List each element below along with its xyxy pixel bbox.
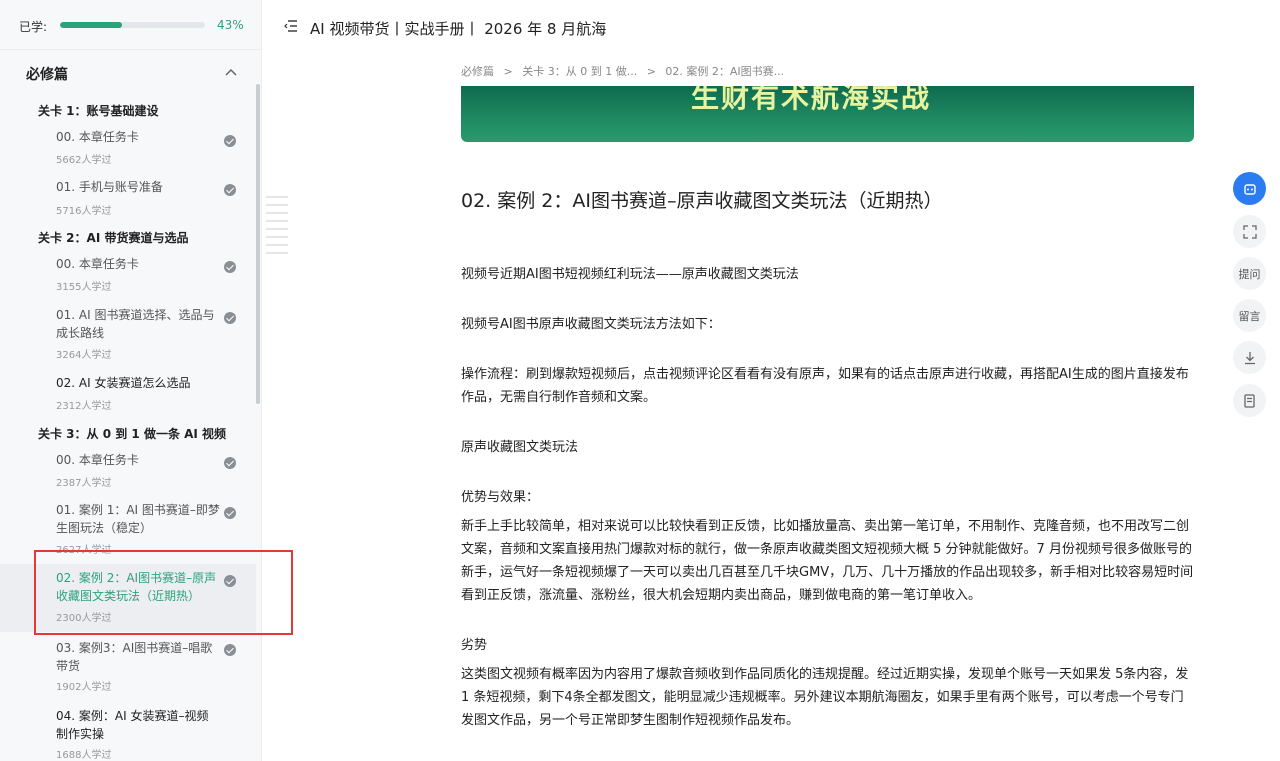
- lesson-learner-count: 3155人学过: [56, 282, 112, 293]
- lesson-title: 04. 案例：AI 女装赛道–视频制作实操: [56, 709, 209, 741]
- lesson-item[interactable]: 00. 本章任务卡 5662人学过: [0, 124, 256, 172]
- lesson-learner-count: 1902人学过: [56, 682, 112, 693]
- leave-comment-label: 留言: [1238, 309, 1261, 323]
- leave-comment-button[interactable]: 留言: [1233, 299, 1266, 332]
- lesson-title: 01. 案例 1：AI 图书赛道–即梦生图玩法（稳定）: [56, 503, 220, 535]
- article-paragraph: 视频号近期AI图书短视频红利玩法——原声收藏图文类玩法: [461, 267, 799, 282]
- chevron-up-icon[interactable]: [224, 66, 238, 80]
- check-icon: [224, 644, 236, 656]
- annotation-highlight-box: [34, 550, 293, 635]
- article-title: 02. 案例 2：AI图书赛道–原声收藏图文类玩法（近期热）: [461, 190, 943, 212]
- article-banner-image: 生财有术航海实战: [461, 86, 1194, 142]
- check-icon: [224, 507, 236, 519]
- lesson-title: 01. 手机与账号准备: [56, 180, 163, 194]
- check-icon: [224, 135, 236, 147]
- lesson-title: 01. AI 图书赛道选择、选品与成长路线: [56, 308, 215, 340]
- lesson-learner-count: 1688人学过: [56, 750, 112, 761]
- lesson-title: 00. 本章任务卡: [56, 257, 139, 271]
- lesson-learner-count: 3264人学过: [56, 350, 112, 361]
- ask-question-label: 提问: [1238, 267, 1261, 281]
- article-content: 02. 案例 2：AI图书赛道–原声收藏图文类玩法（近期热） 视频号近期AI图书…: [461, 186, 1196, 732]
- lesson-learner-count: 5716人学过: [56, 206, 112, 217]
- check-icon: [224, 312, 236, 324]
- lesson-item[interactable]: 04. 案例：AI 女装赛道–视频制作实操 1688人学过: [0, 706, 256, 761]
- lesson-learner-count: 2387人学过: [56, 478, 112, 489]
- check-icon: [224, 457, 236, 469]
- ask-question-button[interactable]: 提问: [1233, 257, 1266, 290]
- progress-row: 已学: 43%: [0, 0, 261, 50]
- level-2-title[interactable]: 关卡 2：AI 带货赛道与选品: [38, 229, 188, 246]
- outline-ruler-icon[interactable]: [266, 196, 288, 260]
- progress-bar: [60, 22, 205, 28]
- breadcrumb-item: 02. 案例 2：AI图书赛...: [665, 65, 785, 78]
- level-3-title[interactable]: 关卡 3：从 0 到 1 做一条 AI 视频: [38, 425, 226, 442]
- lesson-item[interactable]: 01. AI 图书赛道选择、选品与成长路线 3264人学过: [0, 303, 256, 363]
- breadcrumb-separator: >: [646, 65, 656, 78]
- lesson-item[interactable]: 01. 案例 1：AI 图书赛道–即梦生图玩法（稳定） 2627人学过: [0, 500, 256, 556]
- lesson-item[interactable]: 03. 案例3：AI图书赛道–唱歌带货 1902人学过: [0, 638, 256, 694]
- level-1-title[interactable]: 关卡 1：账号基础建设: [38, 102, 159, 119]
- note-edit-icon: [1243, 393, 1255, 408]
- ai-assistant-button[interactable]: [1233, 172, 1266, 205]
- check-icon: [224, 184, 236, 196]
- collapse-menu-icon[interactable]: [284, 20, 298, 32]
- article-paragraph: 操作流程：刷到爆款短视频后，点击视频评论区看看有没有原声，如果有的话点击原声进行…: [461, 367, 1189, 405]
- section-title[interactable]: 必修篇: [26, 64, 68, 84]
- lesson-title: 00. 本章任务卡: [56, 453, 139, 467]
- notes-button[interactable]: [1233, 384, 1266, 417]
- download-button[interactable]: [1233, 341, 1266, 374]
- lesson-learner-count: 2312人学过: [56, 401, 112, 412]
- top-header: AI 视频带货丨实战手册丨 2026 年 8 月航海: [262, 0, 1280, 56]
- progress-label: 已学:: [19, 20, 48, 34]
- lesson-item[interactable]: 00. 本章任务卡 2387人学过: [0, 449, 256, 495]
- lesson-learner-count: 5662人学过: [56, 155, 112, 166]
- lesson-title: 03. 案例3：AI图书赛道–唱歌带货: [56, 641, 213, 673]
- expand-icon: [1242, 224, 1257, 239]
- lesson-title: 00. 本章任务卡: [56, 130, 139, 144]
- breadcrumb: 必修篇 > 关卡 3：从 0 到 1 做... > 02. 案例 2：AI图书赛…: [461, 63, 790, 79]
- article-subheading: 原声收藏图文类玩法: [461, 440, 579, 455]
- check-icon: [224, 261, 236, 273]
- article-paragraph: 视频号AI图书原声收藏图文类玩法方法如下：: [461, 317, 721, 332]
- breadcrumb-separator: >: [503, 65, 513, 78]
- article-subheading: 劣势: [461, 638, 488, 653]
- lesson-item[interactable]: 00. 本章任务卡 3155人学过: [0, 252, 256, 300]
- course-sidebar: 已学: 43% 必修篇 关卡 1：账号基础建设 00. 本章任务卡 5662人学…: [0, 0, 262, 761]
- book-title: AI 视频带货丨实战手册丨 2026 年 8 月航海: [310, 20, 607, 38]
- robot-icon: [1243, 183, 1256, 195]
- breadcrumb-item[interactable]: 必修篇: [461, 65, 494, 78]
- article-subheading: 优势与效果：: [461, 490, 540, 505]
- breadcrumb-item[interactable]: 关卡 3：从 0 到 1 做...: [522, 65, 637, 78]
- fullscreen-button[interactable]: [1233, 215, 1266, 248]
- article-paragraph: 这类图文视频有概率因为内容用了爆款音频收到作品同质化的违规提醒。经过近期实操，发…: [461, 667, 1189, 728]
- lesson-item[interactable]: 01. 手机与账号准备 5716人学过: [0, 175, 256, 223]
- download-icon: [1244, 351, 1255, 364]
- article-paragraph: 新手上手比较简单，相对来说可以比较快看到正反馈，比如播放量高、卖出第一笔订单，不…: [461, 519, 1194, 603]
- lesson-title: 02. AI 女装赛道怎么选品: [56, 376, 191, 390]
- progress-percent: 43%: [217, 18, 244, 32]
- progress-fill: [60, 22, 123, 28]
- sidebar-scrollbar[interactable]: [256, 84, 260, 404]
- lesson-item[interactable]: 02. AI 女装赛道怎么选品 2312人学过: [0, 372, 256, 416]
- banner-text: 生财有术航海实战: [691, 86, 932, 114]
